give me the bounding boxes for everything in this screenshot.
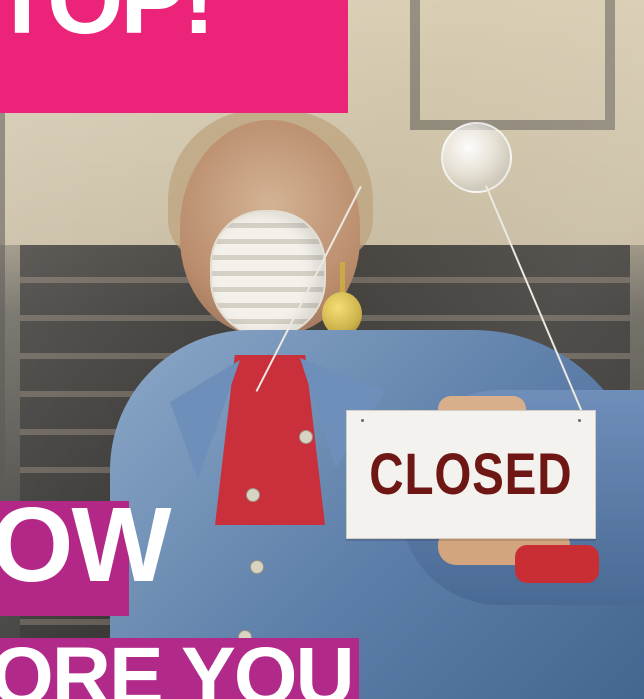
suction-cup (441, 122, 512, 193)
bottom-banner-text: ORE YOU (0, 631, 355, 699)
face-mask (210, 210, 326, 338)
jacket-button (250, 560, 264, 574)
left-frame-edge (0, 113, 5, 501)
top-banner-text: TOP! (0, 0, 215, 48)
photo-scene: CLOSED TOP! OW ORE YOU (0, 0, 644, 699)
middle-banner-text: OW (0, 486, 171, 604)
sign-hole-left (361, 419, 364, 422)
jacket-button (299, 430, 313, 444)
earring-chain (340, 262, 345, 292)
closed-sign: CLOSED (346, 410, 596, 539)
red-cuff (515, 545, 599, 583)
sign-hole-right (578, 419, 581, 422)
jacket-button (246, 488, 260, 502)
sign-text: CLOSED (369, 442, 573, 507)
